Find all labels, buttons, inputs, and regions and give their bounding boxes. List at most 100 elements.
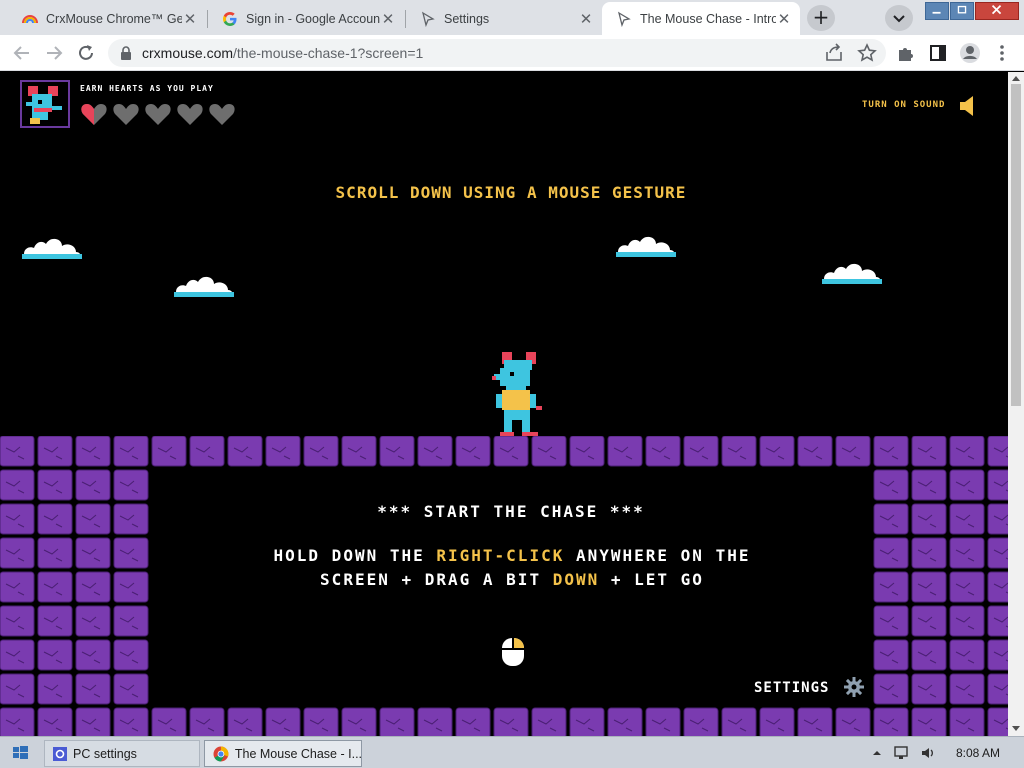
cloud-icon — [174, 276, 234, 297]
share-icon[interactable] — [822, 41, 846, 65]
brick — [75, 605, 111, 637]
close-icon[interactable]: ✕ — [182, 11, 198, 27]
close-window-button[interactable] — [975, 2, 1019, 20]
brick — [113, 436, 149, 467]
brick — [873, 673, 909, 705]
brick — [911, 436, 947, 467]
settings-link[interactable]: SETTINGS — [754, 680, 829, 696]
brick — [341, 436, 377, 467]
heart-icon — [209, 104, 235, 125]
brick — [37, 639, 73, 671]
game-page[interactable]: EARN HEARTS AS YOU PLAY TURN ON SOUND SC… — [0, 72, 1008, 736]
scroll-down-icon[interactable] — [1011, 725, 1021, 733]
side-panel-icon[interactable] — [926, 41, 950, 65]
google-icon — [223, 11, 237, 26]
minimize-button[interactable] — [925, 2, 949, 20]
player-avatar — [20, 80, 70, 128]
close-icon[interactable]: ✕ — [776, 11, 792, 27]
page-scrollbar[interactable] — [1008, 72, 1024, 736]
tab-mouse-chase[interactable]: The Mouse Chase - Intro ✕ — [602, 2, 800, 35]
tab-google-signin[interactable]: Sign in - Google Account ✕ — [208, 2, 404, 35]
brick — [189, 436, 225, 467]
tab-crxmouse[interactable]: CrxMouse Chrome™ Gest ✕ — [8, 2, 206, 35]
gear-icon[interactable] — [844, 677, 864, 697]
scroll-up-icon[interactable] — [1011, 74, 1021, 82]
taskbar-clock[interactable]: 8:08 AM — [956, 746, 1000, 760]
heart-icon — [177, 104, 203, 125]
brick — [75, 673, 111, 705]
lock-icon[interactable] — [120, 46, 132, 60]
turn-on-sound-link[interactable]: TURN ON SOUND — [862, 100, 945, 110]
taskbar-item-pc-settings[interactable]: PC settings — [44, 740, 200, 767]
scroll-thumb[interactable] — [1011, 84, 1021, 406]
brick — [0, 469, 35, 501]
back-icon[interactable] — [10, 41, 34, 65]
brick — [987, 469, 1008, 501]
brick — [987, 639, 1008, 671]
tab-title: CrxMouse Chrome™ Gest — [46, 11, 182, 26]
tab-settings[interactable]: Settings ✕ — [406, 2, 602, 35]
taskbar-item-chrome[interactable]: The Mouse Chase - I... — [204, 740, 362, 767]
brick — [835, 436, 871, 467]
earn-hearts-label: EARN HEARTS AS YOU PLAY — [80, 84, 214, 93]
chevron-up-icon[interactable] — [872, 748, 882, 758]
extensions-icon[interactable] — [894, 41, 918, 65]
brick — [911, 639, 947, 671]
bookmark-star-icon[interactable] — [855, 41, 879, 65]
cloud-icon — [22, 238, 82, 259]
instruction-text: HOLD DOWN THE — [273, 546, 437, 565]
chrome-icon — [213, 746, 229, 761]
rainbow-icon — [22, 14, 38, 23]
speaker-icon[interactable] — [958, 94, 976, 118]
close-icon[interactable]: ✕ — [380, 11, 396, 27]
brick — [37, 605, 73, 637]
brick — [911, 605, 947, 637]
brick — [113, 673, 149, 705]
reload-icon[interactable] — [74, 41, 98, 65]
system-tray — [872, 737, 938, 768]
tab-search-button[interactable] — [885, 5, 913, 31]
brick — [0, 436, 35, 467]
forward-icon[interactable] — [42, 41, 66, 65]
volume-icon[interactable] — [920, 745, 938, 761]
brick — [721, 436, 757, 467]
chevron-down-icon — [893, 15, 905, 23]
brick — [151, 436, 187, 467]
instruction-line-2: SCREEN + DRAG A BIT DOWN + LET GO — [0, 570, 1008, 589]
brick — [0, 639, 35, 671]
hearts-meter — [80, 100, 236, 128]
down-highlight: DOWN — [552, 570, 600, 589]
close-icon[interactable]: ✕ — [578, 11, 594, 27]
brick — [265, 436, 301, 467]
brick — [227, 436, 263, 467]
tab-title: Settings — [444, 11, 490, 26]
address-bar[interactable]: crxmouse.com/the-mouse-chase-1?screen=1 — [108, 39, 886, 67]
profile-avatar-icon[interactable] — [958, 41, 982, 65]
browser-toolbar: crxmouse.com/the-mouse-chase-1?screen=1 — [0, 35, 1024, 71]
more-menu-icon[interactable] — [990, 41, 1014, 65]
start-button[interactable] — [0, 737, 40, 768]
brick — [873, 469, 909, 501]
brick — [417, 436, 453, 467]
url-path: /the-mouse-chase-1?screen=1 — [233, 45, 424, 61]
tab-title: Sign in - Google Account — [246, 11, 380, 26]
minimize-icon — [932, 11, 941, 14]
instruction-line-1: HOLD DOWN THE RIGHT-CLICK ANYWHERE ON TH… — [0, 546, 1008, 565]
restore-button[interactable] — [950, 2, 974, 20]
tab-strip: CrxMouse Chrome™ Gest ✕ Sign in - Google… — [0, 0, 1024, 35]
brick — [0, 673, 35, 705]
network-icon[interactable] — [892, 745, 910, 761]
new-tab-button[interactable]: + — [807, 5, 835, 31]
brick — [569, 436, 605, 467]
brick — [37, 469, 73, 501]
url-text[interactable]: crxmouse.com/the-mouse-chase-1?screen=1 — [142, 45, 423, 61]
taskbar-item-label: PC settings — [73, 746, 137, 761]
right-click-highlight: RIGHT-CLICK — [436, 546, 565, 565]
instruction-text: + LET GO — [599, 570, 704, 589]
brick — [911, 469, 947, 501]
brick — [607, 436, 643, 467]
brick — [987, 673, 1008, 705]
restore-icon — [957, 5, 967, 14]
heart-icon — [113, 104, 139, 125]
cloud-icon — [822, 263, 882, 284]
